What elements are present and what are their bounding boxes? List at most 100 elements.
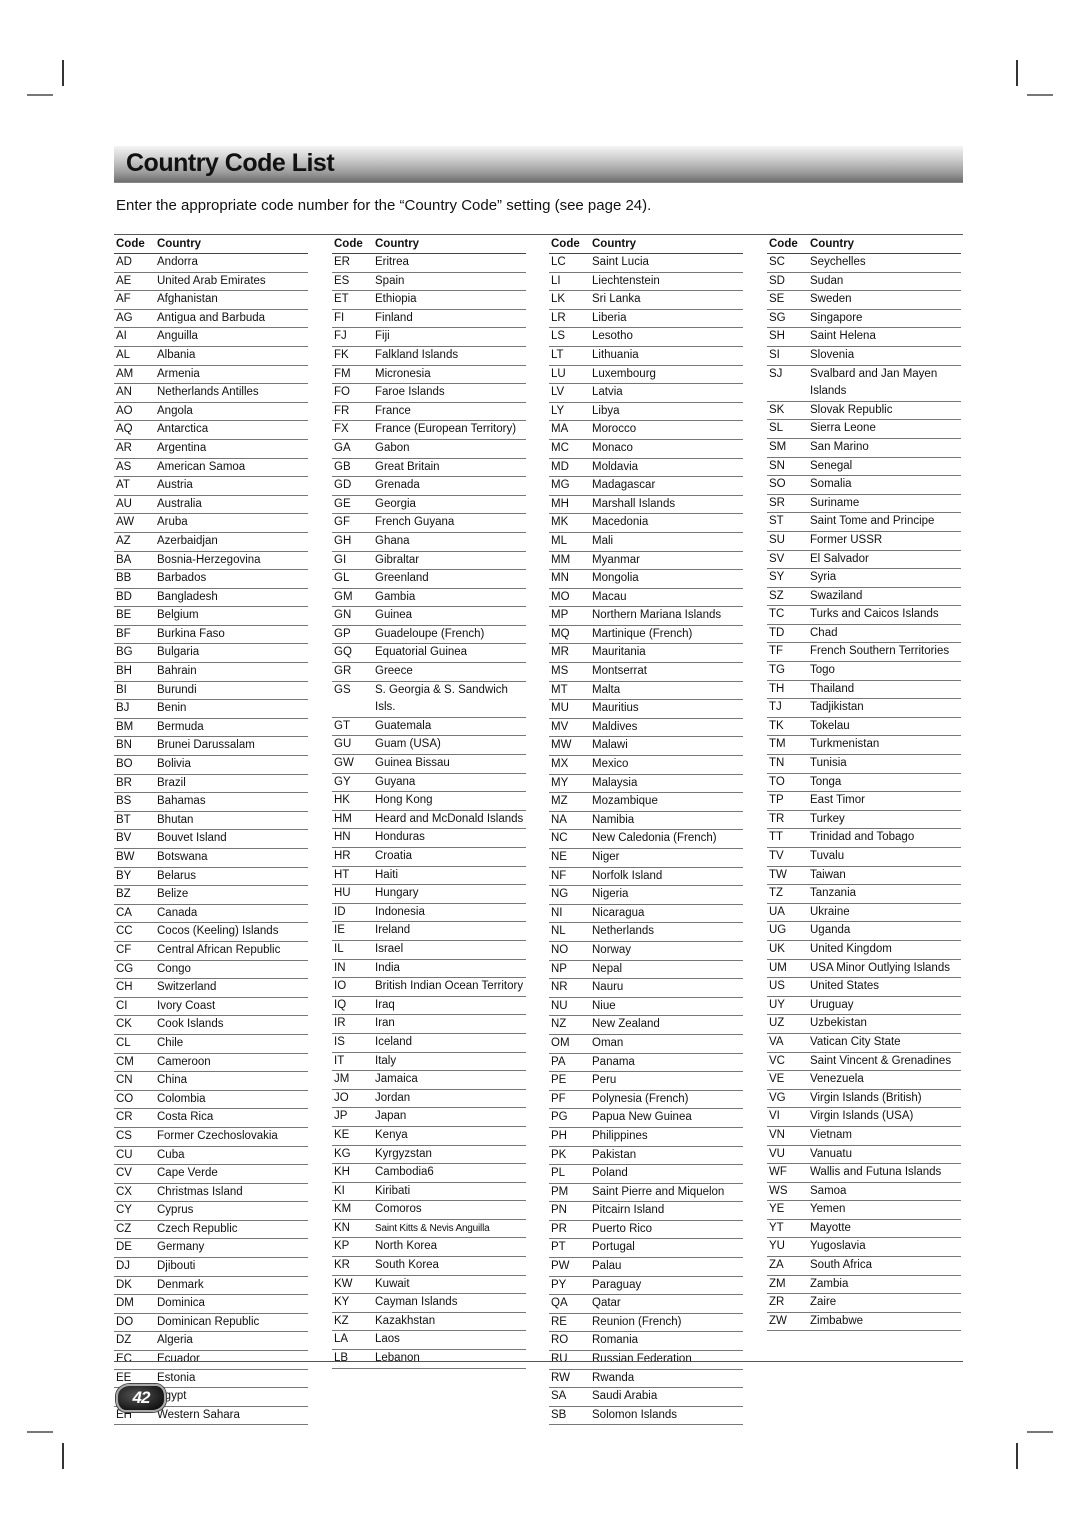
country-code: MH (551, 497, 569, 510)
country-code: MC (551, 441, 569, 454)
table-row: CF Central African Republic (114, 942, 308, 961)
country-name: Philippines (592, 1129, 648, 1142)
table-row: NI Nicaragua (549, 905, 743, 924)
country-code: ST (769, 515, 784, 528)
table-row: PY Paraguay (549, 1277, 743, 1296)
country-name: Cameroon (157, 1055, 211, 1068)
country-code: DE (116, 1241, 132, 1254)
country-name: Switzerland (157, 981, 217, 994)
country-name: Jordan (375, 1091, 411, 1104)
country-code: CM (116, 1055, 134, 1068)
country-name: Marshall Islands (592, 497, 676, 510)
country-name: Sudan (810, 274, 844, 287)
country-name: Turks and Caicos Islands (810, 608, 939, 621)
table-row: SR Suriname (767, 495, 961, 514)
country-name: Suriname (810, 496, 860, 509)
country-name: Botswana (157, 851, 208, 863)
country-name: Ethiopia (375, 293, 417, 306)
table-row: HT Haiti (332, 867, 526, 886)
country-name: Uganda (810, 924, 851, 937)
header-code: Code (116, 238, 145, 250)
country-code: HT (334, 868, 350, 881)
country-name: Austria (157, 479, 193, 492)
country-name: Niue (592, 999, 616, 1012)
table-bottom-rule (114, 1361, 963, 1362)
country-code: SU (769, 533, 785, 546)
table-row: CN China (114, 1072, 308, 1091)
page-title: Country Code List (126, 149, 335, 177)
country-name: Togo (810, 664, 835, 677)
column-header: Code Country (114, 236, 308, 254)
table-row: MD Moldavia (549, 459, 743, 478)
table-row: VE Venezuela (767, 1071, 961, 1090)
table-row: GY Guyana (332, 774, 526, 793)
header-country: Country (157, 238, 202, 250)
table-row: LA Laos (332, 1331, 526, 1351)
header-country: Country (810, 238, 855, 250)
code-column-1: Code Country AD Andorra AE United Arab Emirat… (114, 236, 308, 1426)
country-name: United Arab Emirates (157, 274, 266, 287)
country-name: Niger (592, 851, 620, 863)
country-code: GM (334, 590, 353, 603)
country-name: Spain (375, 274, 405, 287)
country-code: HN (334, 831, 351, 844)
table-row: AL Albania (114, 347, 308, 366)
table-row: KP North Korea (332, 1238, 526, 1258)
country-name: Netherlands (592, 925, 655, 938)
code-column-3: Code Country LC Saint Lucia LI Liechtenstein L… (549, 236, 743, 1426)
country-code: KH (334, 1166, 350, 1179)
country-code: ES (334, 274, 350, 287)
country-name: Gabon (375, 441, 410, 454)
country-name: Equatorial Guinea (375, 646, 468, 659)
country-name: Uzbekistan (810, 1017, 867, 1030)
crop-mark (62, 1443, 64, 1469)
table-row: AM Armenia (114, 366, 308, 385)
country-name: Malta (592, 683, 621, 696)
country-code: FO (334, 386, 350, 399)
table-row: LS Lesotho (549, 328, 743, 347)
country-name: Gibraltar (375, 553, 420, 566)
country-code: UZ (769, 1017, 785, 1030)
table-row: CM Cameroon (114, 1054, 308, 1073)
country-code: TF (769, 645, 784, 658)
table-row: PK Pakistan (549, 1147, 743, 1166)
country-name: Ecuador (157, 1353, 200, 1366)
country-name: Taiwan (810, 868, 846, 881)
country-name: Romania (592, 1334, 639, 1347)
table-row: UM USA Minor Outlying Islands (767, 960, 961, 979)
country-code: NP (551, 962, 567, 975)
country-code: GA (334, 441, 351, 454)
table-row: ET Ethiopia (332, 291, 526, 310)
country-name: American Samoa (157, 460, 246, 473)
country-code: KE (334, 1128, 350, 1141)
table-row: MT Malta (549, 682, 743, 701)
country-name: France (375, 404, 411, 417)
table-row: BH Bahrain (114, 663, 308, 682)
country-code: LA (334, 1333, 349, 1346)
country-code: DO (116, 1315, 134, 1328)
country-name: Belize (157, 888, 189, 901)
country-code: SK (769, 403, 785, 416)
table-row: GL Greenland (332, 570, 526, 589)
country-code: MY (551, 776, 569, 789)
country-code: BG (116, 646, 133, 659)
country-code: EC (116, 1353, 132, 1366)
table-row: SL Sierra Leone (767, 420, 961, 439)
country-name: Burkina Faso (157, 627, 225, 640)
table-row: LT Lithuania (549, 347, 743, 366)
table-row: MK Macedonia (549, 514, 743, 533)
country-name: Reunion (French) (592, 1315, 682, 1328)
country-code: MG (551, 479, 570, 492)
table-row: IO British Indian Ocean Territory (332, 978, 526, 997)
table-row: YU Yugoslavia (767, 1238, 961, 1258)
country-code: BZ (116, 888, 131, 901)
table-row: BI Burundi (114, 682, 308, 701)
country-code: CH (116, 981, 133, 994)
country-name: Jamaica (375, 1073, 418, 1086)
table-row: GR Greece (332, 663, 526, 682)
country-code: TW (769, 868, 787, 881)
country-name: Saint Helena (810, 330, 876, 343)
country-code: VA (769, 1035, 784, 1048)
country-name: Faroe Islands (375, 386, 445, 399)
country-code: CG (116, 962, 134, 975)
